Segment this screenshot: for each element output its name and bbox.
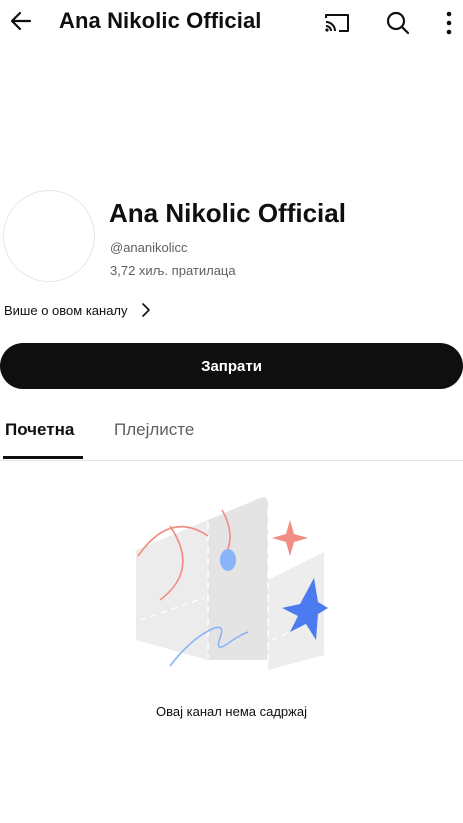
top-app-bar: Ana Nikolic Official <box>0 0 463 46</box>
tab-playlists[interactable]: Плејлисте <box>114 420 194 440</box>
selected-tab-indicator <box>3 456 83 459</box>
chevron-right-icon <box>140 302 152 318</box>
channel-tabs: Почетна Плејлисте <box>0 410 463 461</box>
subscriber-count: 3,72 хиљ. пратилаца <box>110 263 236 278</box>
cast-button[interactable] <box>322 8 352 38</box>
empty-channel-illustration <box>136 497 328 670</box>
tab-home[interactable]: Почетна <box>5 420 74 440</box>
empty-state-message: Овај канал нема садржај <box>156 704 307 719</box>
arrow-left-icon <box>10 11 32 31</box>
more-vertical-icon <box>446 11 452 35</box>
search-icon <box>386 11 410 35</box>
back-button[interactable] <box>6 6 36 36</box>
channel-handle: @ananikolicc <box>110 240 188 255</box>
subscribe-button[interactable]: Запрати <box>0 343 463 389</box>
app-bar-title: Ana Nikolic Official <box>59 8 262 33</box>
channel-name: Ana Nikolic Official <box>109 198 346 228</box>
more-about-label: Више о овом каналу <box>4 302 128 318</box>
search-button[interactable] <box>383 8 413 38</box>
cast-icon <box>325 14 349 32</box>
more-options-button[interactable] <box>437 8 461 38</box>
more-about-channel-link[interactable]: Више о овом каналу <box>4 299 152 321</box>
channel-avatar[interactable] <box>3 190 95 282</box>
